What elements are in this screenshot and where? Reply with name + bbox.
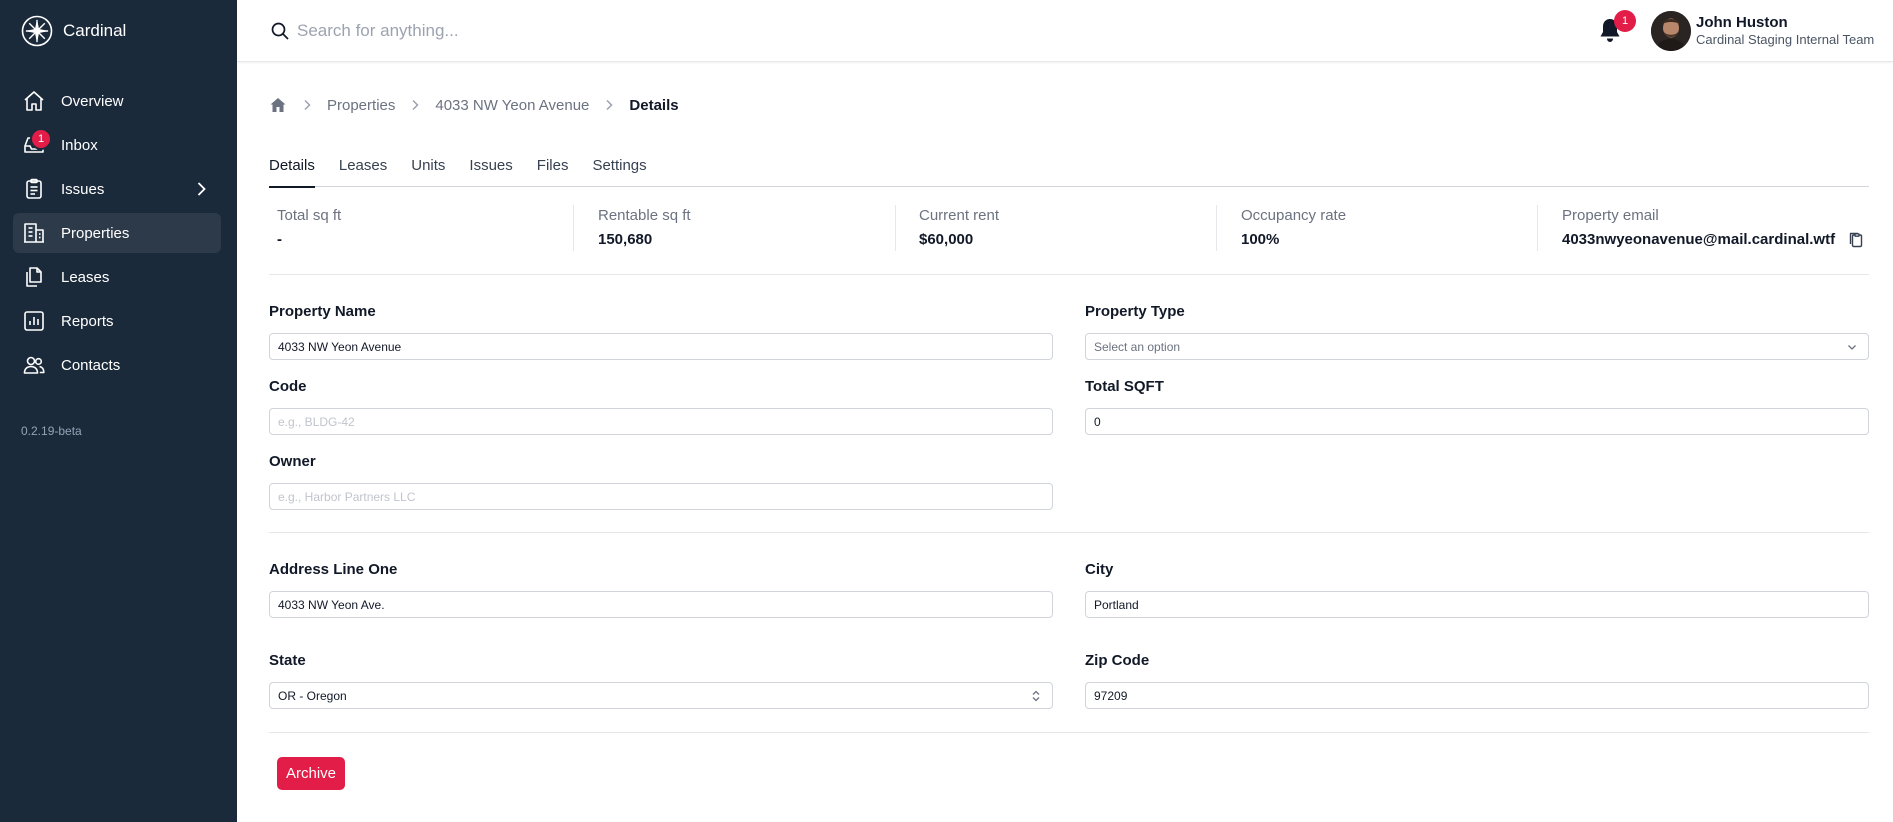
chevron-right-icon — [304, 99, 311, 111]
stat-label: Occupancy rate — [1241, 207, 1347, 224]
stat-occupancy-rate: Occupancy rate 100% — [1241, 205, 1346, 253]
avatar[interactable] — [1651, 11, 1691, 51]
sidebar-item-reports[interactable]: Reports — [13, 301, 221, 341]
address-line-one-input[interactable] — [269, 591, 1053, 618]
chevron-right-icon — [606, 99, 613, 111]
owner-input[interactable] — [269, 483, 1053, 510]
property-type-placeholder: Select an option — [1094, 339, 1181, 354]
code-label: Code — [269, 378, 307, 395]
brand[interactable]: Cardinal — [21, 15, 126, 47]
breadcrumb-link-properties[interactable]: Properties — [327, 97, 395, 114]
city-label: City — [1085, 561, 1114, 578]
owner-label: Owner — [269, 453, 316, 470]
home-icon[interactable] — [269, 96, 287, 114]
property-name-input[interactable] — [269, 333, 1053, 360]
state-label: State — [269, 652, 306, 669]
sidebar-item-label: Contacts — [61, 356, 121, 374]
inbox-badge: 1 — [30, 128, 52, 150]
chevron-right-icon — [412, 99, 419, 111]
breadcrumb-current: Details — [629, 96, 679, 114]
sidebar-item-inbox[interactable]: 1 Inbox — [13, 125, 221, 165]
state-value: OR - Oregon — [278, 688, 347, 703]
sidebar-item-contacts[interactable]: Contacts — [13, 345, 221, 385]
section-divider — [269, 732, 1869, 733]
sidebar-item-overview[interactable]: Overview — [13, 81, 221, 121]
stat-total-sqft: Total sq ft - — [277, 205, 341, 253]
tab-issues[interactable]: Issues — [469, 154, 512, 187]
notifications-badge: 1 — [1614, 10, 1636, 32]
property-name-label: Property Name — [269, 303, 376, 320]
search-icon — [271, 22, 289, 40]
address-line-one-label: Address Line One — [269, 561, 398, 578]
zip-code-input[interactable] — [1085, 682, 1869, 709]
property-email-value: 4033nwyeonavenue@mail.cardinal.wtf — [1562, 231, 1836, 248]
avatar-image — [1651, 11, 1691, 51]
stat-divider — [1216, 205, 1217, 251]
search-input[interactable] — [297, 16, 897, 46]
sidebar-item-issues[interactable]: Issues — [13, 169, 221, 209]
city-input[interactable] — [1085, 591, 1869, 618]
state-select[interactable]: OR - Oregon — [269, 682, 1053, 709]
code-input[interactable] — [269, 408, 1053, 435]
stat-value: 4033nwyeonavenue@mail.cardinal.wtf — [1562, 231, 1865, 249]
users-icon — [22, 353, 46, 377]
user-name: John Huston — [1696, 14, 1788, 31]
stat-value: 150,680 — [598, 231, 653, 248]
cardinal-logo-icon — [21, 15, 53, 47]
stat-rentable-sqft: Rentable sq ft 150,680 — [598, 205, 691, 253]
property-stats: Total sq ft - Rentable sq ft 150,680 Cur… — [269, 205, 1869, 275]
sidebar-item-properties[interactable]: Properties — [13, 213, 221, 253]
topbar: 1 John Huston Cardinal Staging Internal … — [237, 0, 1893, 62]
property-type-label: Property Type — [1085, 303, 1185, 320]
tab-leases[interactable]: Leases — [339, 154, 387, 187]
home-icon — [22, 89, 46, 113]
sidebar-item-leases[interactable]: Leases — [13, 257, 221, 297]
archive-button[interactable]: Archive — [277, 757, 345, 790]
sidebar-item-label: Issues — [61, 180, 105, 198]
stat-value: $60,000 — [919, 231, 974, 248]
sidebar-item-label: Leases — [61, 268, 110, 286]
property-type-select[interactable]: Select an option — [1085, 333, 1869, 360]
stat-divider — [895, 205, 896, 251]
stat-label: Total sq ft — [277, 207, 342, 224]
user-team: Cardinal Staging Internal Team — [1696, 32, 1875, 47]
app-version: 0.2.19-beta — [21, 424, 82, 438]
tabs: Details Leases Units Issues Files Settin… — [269, 154, 1869, 188]
documents-icon — [22, 265, 46, 289]
stat-property-email: Property email 4033nwyeonavenue@mail.car… — [1562, 205, 1865, 253]
sidebar: Cardinal Overview 1 Inbox Issues Propert… — [0, 0, 237, 822]
chevron-right-icon[interactable] — [193, 181, 209, 197]
stat-value: - — [277, 231, 282, 248]
total-sqft-label: Total SQFT — [1085, 378, 1164, 395]
tab-units[interactable]: Units — [411, 154, 445, 187]
breadcrumb-link-property[interactable]: 4033 NW Yeon Avenue — [435, 97, 589, 114]
chevron-up-down-icon — [1032, 690, 1040, 702]
stat-divider — [1537, 205, 1538, 251]
tab-files[interactable]: Files — [537, 154, 569, 187]
tab-settings[interactable]: Settings — [592, 154, 646, 187]
sidebar-item-label: Reports — [61, 312, 114, 330]
stat-current-rent: Current rent $60,000 — [919, 205, 999, 253]
sidebar-item-label: Inbox — [61, 136, 98, 154]
chart-icon — [22, 309, 46, 333]
breadcrumb: Properties 4033 NW Yeon Avenue Details — [269, 95, 679, 115]
copy-icon[interactable] — [1847, 231, 1865, 249]
stat-label: Property email — [1562, 207, 1659, 224]
stat-label: Rentable sq ft — [598, 207, 691, 224]
stat-label: Current rent — [919, 207, 1000, 224]
sidebar-item-label: Properties — [61, 224, 130, 242]
sidebar-nav: Overview 1 Inbox Issues Properties Lease… — [13, 81, 221, 389]
clipboard-icon — [22, 177, 46, 201]
tab-details[interactable]: Details — [269, 154, 315, 188]
section-divider — [269, 532, 1869, 533]
zip-code-label: Zip Code — [1085, 652, 1150, 669]
chevron-down-icon — [1848, 345, 1856, 350]
building-icon — [22, 221, 46, 245]
total-sqft-input[interactable] — [1085, 408, 1869, 435]
stat-divider — [573, 205, 574, 251]
stat-value: 100% — [1241, 231, 1280, 248]
sidebar-item-label: Overview — [61, 92, 124, 110]
brand-name: Cardinal — [63, 21, 127, 40]
